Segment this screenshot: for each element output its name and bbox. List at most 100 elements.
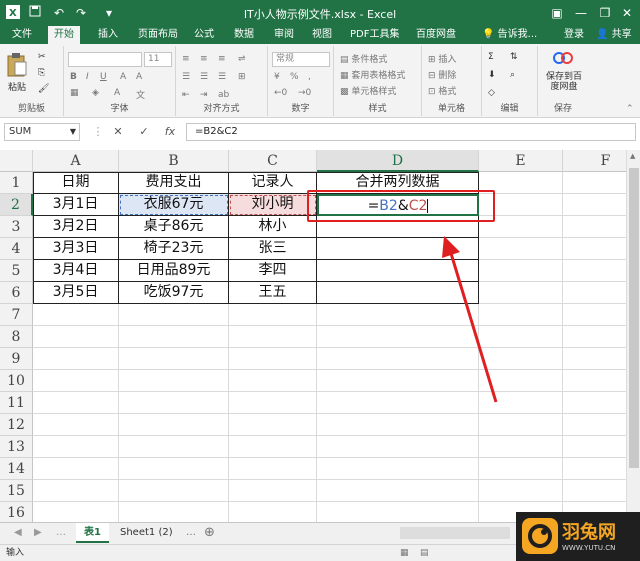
insert-button[interactable]: ⊞ 插入	[428, 52, 456, 65]
cell-style-button[interactable]: ▩ 单元格样式	[340, 84, 396, 97]
tab-file[interactable]: 文件	[6, 26, 38, 44]
close-icon[interactable]: ✕	[618, 4, 636, 22]
add-sheet-icon[interactable]: ⊕	[196, 523, 223, 543]
tab-page-layout[interactable]: 页面布局	[132, 26, 184, 44]
align-middle-icon[interactable]: ≡	[200, 54, 208, 64]
cell-a1[interactable]: 日期	[33, 172, 119, 194]
ribbon-options-icon[interactable]: ▣	[548, 4, 566, 22]
indent-icon[interactable]: ⇤	[182, 90, 190, 100]
row-header-6[interactable]: 6	[0, 282, 33, 304]
merge-icon[interactable]: ⊞	[238, 72, 246, 82]
outdent-icon[interactable]: ⇥	[200, 90, 208, 100]
sort-filter-icon[interactable]: ⇅	[510, 52, 518, 62]
save-baidu-label[interactable]: 保存到百度网盘	[542, 72, 586, 92]
cell-c6[interactable]: 王五	[229, 282, 317, 304]
align-top-icon[interactable]: ≡	[182, 54, 190, 64]
collapse-ribbon-icon[interactable]: ⌃	[626, 104, 634, 114]
cell-b2-referenced[interactable]: 衣服67元	[119, 194, 229, 216]
column-header-a[interactable]: A	[33, 150, 119, 172]
cell-c4[interactable]: 张三	[229, 238, 317, 260]
currency-icon[interactable]: ¥	[274, 72, 280, 82]
fill-icon[interactable]: ⬇	[488, 70, 496, 80]
column-header-c[interactable]: C	[229, 150, 317, 172]
row-header-12[interactable]: 12	[0, 414, 33, 436]
cell-b1[interactable]: 费用支出	[119, 172, 229, 194]
copy-icon[interactable]: ⎘	[38, 68, 45, 78]
restore-icon[interactable]: ❐	[596, 4, 614, 22]
row-header-3[interactable]: 3	[0, 216, 33, 238]
font-size-box[interactable]: 11	[144, 52, 172, 67]
cell-a2[interactable]: 3月1日	[33, 194, 119, 216]
format-button[interactable]: ⊡ 格式	[428, 84, 456, 97]
tab-data[interactable]: 数据	[228, 26, 260, 44]
name-box[interactable]: SUM ▼	[4, 123, 80, 141]
row-header-4[interactable]: 4	[0, 238, 33, 260]
autosum-icon[interactable]: Σ	[488, 52, 494, 62]
tab-formulas[interactable]: 公式	[188, 26, 220, 44]
row-header-10[interactable]: 10	[0, 370, 33, 392]
percent-icon[interactable]: %	[290, 72, 299, 82]
cell-b5[interactable]: 日用品89元	[119, 260, 229, 282]
column-header-b[interactable]: B	[119, 150, 229, 172]
font-shrink-icon[interactable]: A	[136, 72, 142, 82]
paste-label[interactable]: 粘贴	[8, 80, 26, 93]
cell-c1[interactable]: 记录人	[229, 172, 317, 194]
font-grow-icon[interactable]: A	[120, 72, 126, 82]
insert-function-icon[interactable]: fx	[162, 124, 178, 140]
row-header-1[interactable]: 1	[0, 172, 33, 194]
normal-view-icon[interactable]: ▦	[400, 545, 409, 561]
clear-icon[interactable]: ◇	[488, 88, 495, 98]
tab-baidu-pan[interactable]: 百度网盘	[410, 26, 462, 44]
orientation-icon[interactable]: ab	[218, 90, 229, 100]
tab-view[interactable]: 视图	[306, 26, 338, 44]
cell-a4[interactable]: 3月3日	[33, 238, 119, 260]
vertical-scrollbar[interactable]: ▲	[626, 150, 640, 522]
scroll-thumb[interactable]	[629, 168, 639, 468]
worksheet-grid[interactable]: A B C D E F 1 2 3 4 5 6 7 8 9 10 11 12 1…	[0, 150, 626, 522]
bold-icon[interactable]: B	[70, 72, 77, 82]
conditional-format-button[interactable]: ▤ 条件格式	[340, 52, 387, 65]
cell-b3[interactable]: 桌子86元	[119, 216, 229, 238]
baidu-cloud-icon[interactable]	[552, 50, 574, 72]
font-name-box[interactable]	[68, 52, 142, 67]
column-header-f[interactable]: F	[563, 150, 626, 172]
paste-icon[interactable]	[6, 52, 28, 77]
cell-c3[interactable]: 林小	[229, 216, 317, 238]
cut-icon[interactable]: ✂	[38, 52, 46, 62]
align-right-icon[interactable]: ☰	[218, 72, 226, 82]
phonetic-icon[interactable]: 文	[136, 88, 145, 101]
page-layout-view-icon[interactable]: ▤	[420, 545, 429, 561]
align-bottom-icon[interactable]: ≡	[218, 54, 226, 64]
cancel-icon[interactable]: ✕	[110, 124, 126, 140]
italic-icon[interactable]: I	[86, 72, 89, 82]
align-left-icon[interactable]: ☰	[182, 72, 190, 82]
column-header-d[interactable]: D	[317, 150, 479, 172]
row-header-7[interactable]: 7	[0, 304, 33, 326]
column-header-e[interactable]: E	[479, 150, 563, 172]
decrease-decimal-icon[interactable]: →0	[298, 88, 311, 98]
select-all-corner[interactable]	[0, 150, 33, 172]
sheet-tab-2[interactable]: Sheet1 (2)	[112, 523, 181, 543]
find-icon[interactable]: ⌕	[510, 70, 515, 80]
sheet-more-icon[interactable]: …	[48, 523, 74, 543]
row-header-9[interactable]: 9	[0, 348, 33, 370]
row-header-16[interactable]: 16	[0, 502, 33, 522]
cell-a6[interactable]: 3月5日	[33, 282, 119, 304]
tab-home[interactable]: 开始	[48, 26, 80, 44]
row-header-5[interactable]: 5	[0, 260, 33, 282]
cell-a3[interactable]: 3月2日	[33, 216, 119, 238]
horizontal-scrollbar[interactable]	[400, 527, 510, 539]
sheet-tab-1[interactable]: 表1	[76, 523, 109, 543]
align-center-icon[interactable]: ☰	[200, 72, 208, 82]
share-button[interactable]: 👤 共享	[590, 26, 638, 44]
row-header-15[interactable]: 15	[0, 480, 33, 502]
border-icon[interactable]: ▦	[70, 88, 79, 98]
row-header-13[interactable]: 13	[0, 436, 33, 458]
table-format-button[interactable]: ▦ 套用表格格式	[340, 68, 405, 81]
row-header-8[interactable]: 8	[0, 326, 33, 348]
enter-icon[interactable]: ✓	[136, 124, 152, 140]
number-format-box[interactable]: 常规	[272, 52, 330, 67]
tell-me[interactable]: 💡 告诉我...	[476, 26, 543, 44]
formula-input[interactable]: =B2&C2	[186, 123, 636, 141]
tab-pdf-tools[interactable]: PDF工具集	[344, 26, 405, 44]
